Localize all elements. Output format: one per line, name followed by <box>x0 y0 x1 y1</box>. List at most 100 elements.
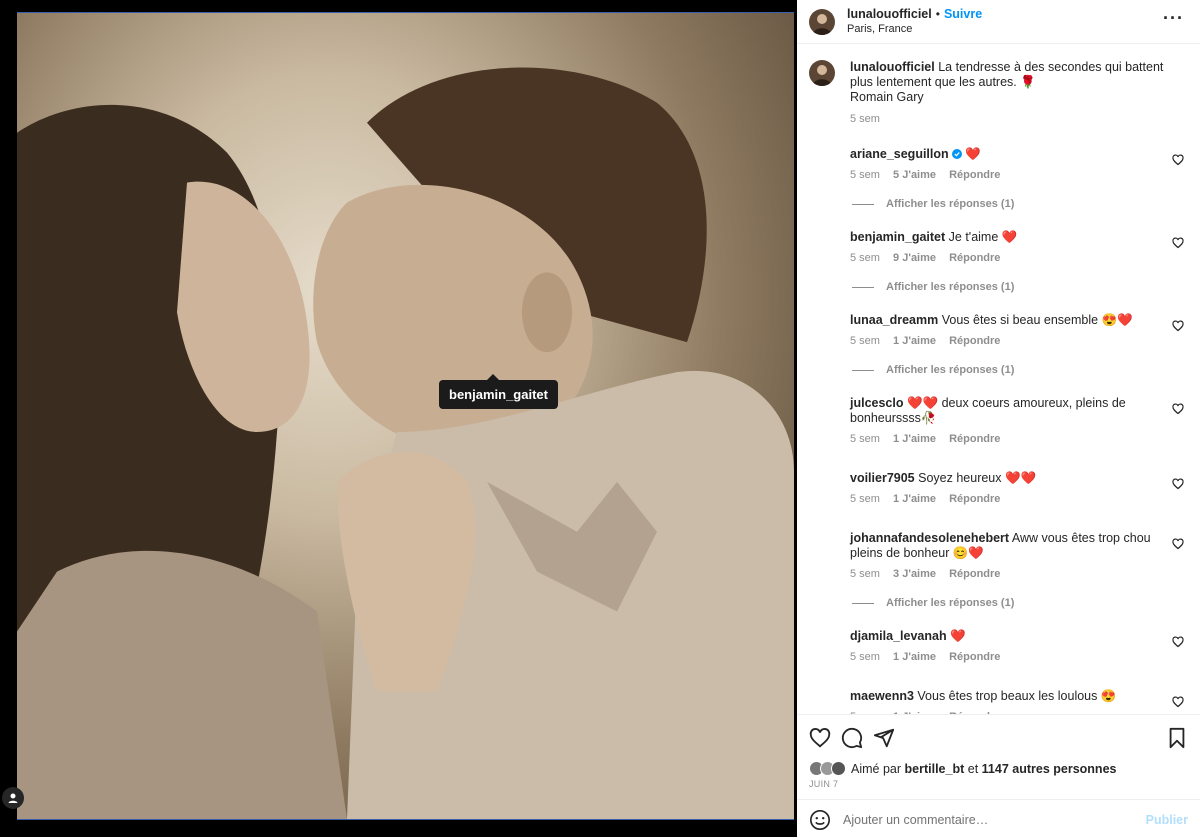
comment-item: ariane_seguillon ❤️ 5 sem 5 J'aime Répon… <box>809 147 1188 210</box>
comments-list[interactable]: lunalouofficiel La tendresse à des secon… <box>797 44 1200 714</box>
likes-prefix: Aimé par <box>851 761 902 776</box>
reply-button[interactable]: Répondre <box>949 651 1000 663</box>
comment-username[interactable]: johannafandesolenehebert <box>850 531 1009 545</box>
comment-item: julcesclo ❤️❤️ deux coeurs amoureux, ple… <box>809 396 1188 445</box>
view-replies-button[interactable]: Afficher les réponses (1) <box>850 597 1188 609</box>
commenter-avatar[interactable] <box>809 313 835 339</box>
comment-username[interactable]: maewenn3 <box>850 689 914 703</box>
view-replies-button[interactable]: Afficher les réponses (1) <box>850 281 1188 293</box>
share-send-icon[interactable] <box>873 727 895 749</box>
comment-item: benjamin_gaitet Je t'aime ❤️ 5 sem 9 J'a… <box>809 230 1188 293</box>
comment-time[interactable]: 5 sem <box>850 335 880 347</box>
caption-time[interactable]: 5 sem <box>850 113 880 125</box>
comment-time[interactable]: 5 sem <box>850 169 880 181</box>
post-header: lunalouofficiel • Suivre Paris, France ··· <box>797 0 1200 44</box>
comment-time[interactable]: 5 sem <box>850 493 880 505</box>
emoji-icon[interactable] <box>809 809 831 831</box>
publish-button[interactable]: Publier <box>1146 813 1188 827</box>
reply-button[interactable]: Répondre <box>949 169 1000 181</box>
liker-avatar <box>831 761 846 776</box>
like-heart-icon[interactable] <box>809 727 831 749</box>
comment-likes[interactable]: 1 J'aime <box>893 433 936 445</box>
post-location[interactable]: Paris, France <box>847 22 982 37</box>
comment-text: Je t'aime ❤️ <box>948 230 1018 244</box>
comment-username[interactable]: benjamin_gaitet <box>850 230 945 244</box>
post-side-panel: lunalouofficiel • Suivre Paris, France ···… <box>797 0 1200 837</box>
comment-like-heart-icon[interactable] <box>1172 320 1184 332</box>
view-replies-button[interactable]: Afficher les réponses (1) <box>850 198 1188 210</box>
comment-item: lunaa_dreamm Vous êtes si beau ensemble … <box>809 313 1188 376</box>
comment-likes[interactable]: 1 J'aime <box>893 651 936 663</box>
reply-button[interactable]: Répondre <box>949 335 1000 347</box>
comment-time[interactable]: 5 sem <box>850 568 880 580</box>
commenter-avatar[interactable] <box>809 471 835 497</box>
reply-button[interactable]: Répondre <box>949 493 1000 505</box>
comment-username[interactable]: djamila_levanah <box>850 629 947 643</box>
post-photo[interactable]: benjamin_gaitet <box>17 12 794 820</box>
comment-text: ❤️ <box>950 629 966 643</box>
more-options-icon[interactable]: ··· <box>1163 8 1184 29</box>
comment-icon[interactable] <box>841 727 863 749</box>
verified-badge-icon <box>951 149 962 159</box>
comment-text: Vous êtes trop beaux les loulous 😍 <box>917 689 1117 703</box>
comment-item: maewenn3 Vous êtes trop beaux les loulou… <box>809 689 1188 714</box>
caption-username[interactable]: lunalouofficiel <box>850 60 935 74</box>
likes-user[interactable]: bertille_bt <box>905 762 965 776</box>
comment-username[interactable]: julcesclo <box>850 396 904 410</box>
comment-like-heart-icon[interactable] <box>1172 403 1184 415</box>
comment-likes[interactable]: 5 J'aime <box>893 169 936 181</box>
comment-username[interactable]: voilier7905 <box>850 471 915 485</box>
photo-pane: benjamin_gaitet <box>0 0 797 837</box>
comment-text: Vous êtes si beau ensemble 😍❤️ <box>941 313 1133 327</box>
comment-time[interactable]: 5 sem <box>850 651 880 663</box>
commenter-avatar[interactable] <box>809 396 835 422</box>
caption: lunalouofficiel La tendresse à des secon… <box>809 60 1188 125</box>
tagged-users-button[interactable] <box>2 787 24 809</box>
comment-item: djamila_levanah ❤️ 5 sem 1 J'aime Répond… <box>809 629 1188 663</box>
comment-likes[interactable]: 3 J'aime <box>893 568 936 580</box>
comment-time[interactable]: 5 sem <box>850 252 880 264</box>
likes-others[interactable]: 1147 autres personnes <box>982 762 1117 776</box>
caption-author: Romain Gary <box>850 90 924 104</box>
photo-illustration <box>17 67 794 819</box>
commenter-avatar[interactable] <box>809 147 835 173</box>
author-avatar[interactable] <box>809 8 835 35</box>
comment-item: johannafandesolenehebert Aww vous êtes t… <box>809 531 1188 609</box>
comment-like-heart-icon[interactable] <box>1172 237 1184 249</box>
post-actions: Aimé par bertille_bt et 1147 autres pers… <box>797 714 1200 837</box>
comment-like-heart-icon[interactable] <box>1172 538 1184 550</box>
bookmark-save-icon[interactable] <box>1166 727 1188 749</box>
user-tag-tooltip[interactable]: benjamin_gaitet <box>439 374 558 409</box>
person-icon <box>8 793 18 803</box>
reply-button[interactable]: Répondre <box>949 252 1000 264</box>
commenter-avatar[interactable] <box>809 689 835 714</box>
commenter-avatar[interactable] <box>809 230 835 256</box>
comment-likes[interactable]: 1 J'aime <box>893 493 936 505</box>
comment-text: ❤️ <box>965 147 981 161</box>
post-date: JUIN 7 <box>809 779 839 789</box>
comment-like-heart-icon[interactable] <box>1172 636 1184 648</box>
view-replies-button[interactable]: Afficher les réponses (1) <box>850 364 1188 376</box>
comment-like-heart-icon[interactable] <box>1172 478 1184 490</box>
comment-username[interactable]: ariane_seguillon <box>850 147 949 161</box>
comment-likes[interactable]: 9 J'aime <box>893 252 936 264</box>
comment-like-heart-icon[interactable] <box>1172 154 1184 166</box>
comment-item: voilier7905 Soyez heureux ❤️❤️ 5 sem 1 J… <box>809 471 1188 505</box>
likes-summary: Aimé par bertille_bt et 1147 autres pers… <box>809 761 1116 776</box>
reply-button[interactable]: Répondre <box>949 568 1000 580</box>
separator-dot: • <box>935 7 940 21</box>
comment-text: Soyez heureux ❤️❤️ <box>918 471 1037 485</box>
author-username[interactable]: lunalouofficiel <box>847 7 932 21</box>
comment-like-heart-icon[interactable] <box>1172 696 1184 708</box>
comment-time[interactable]: 5 sem <box>850 433 880 445</box>
commenter-avatar[interactable] <box>809 531 835 557</box>
comment-username[interactable]: lunaa_dreamm <box>850 313 938 327</box>
add-comment-bar: Publier <box>797 799 1200 837</box>
commenter-avatar[interactable] <box>809 629 835 655</box>
comment-likes[interactable]: 1 J'aime <box>893 335 936 347</box>
caption-avatar[interactable] <box>809 60 835 86</box>
reply-button[interactable]: Répondre <box>949 433 1000 445</box>
follow-button[interactable]: Suivre <box>944 7 982 21</box>
comment-input[interactable] <box>843 812 1146 827</box>
likes-middle: et <box>967 761 979 776</box>
